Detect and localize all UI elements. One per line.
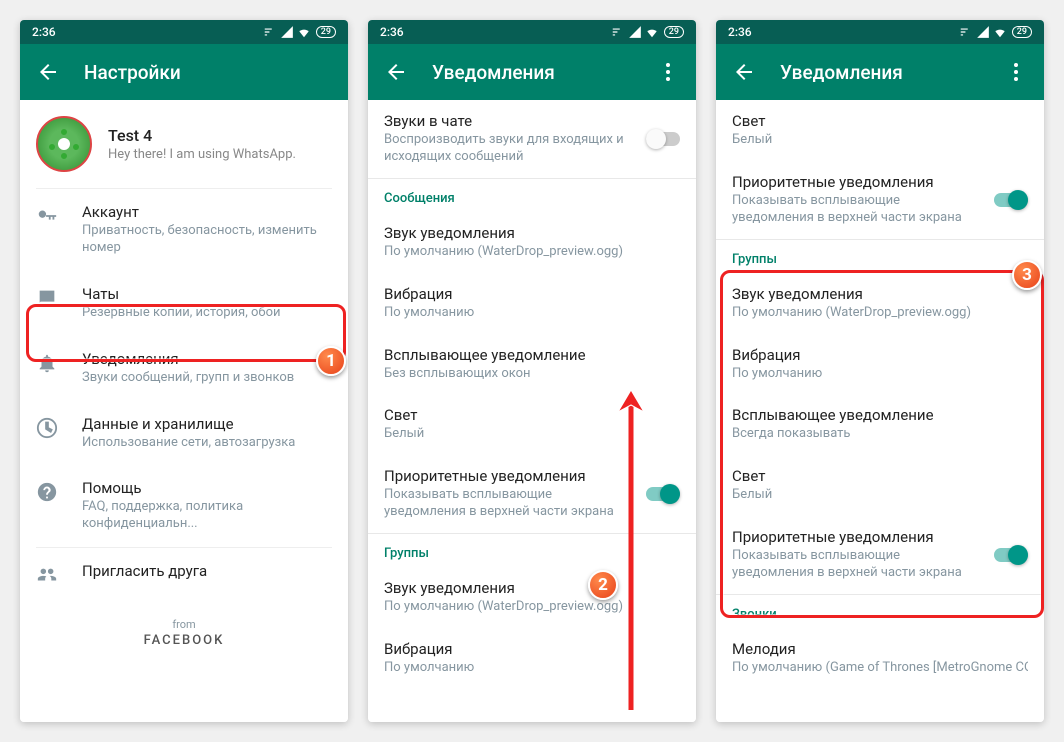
- bell-icon: [36, 352, 58, 374]
- setting-msg-popup[interactable]: Всплывающее уведомление Без всплывающих …: [368, 334, 696, 395]
- back-icon[interactable]: [732, 60, 756, 84]
- profile-status: Hey there! I am using WhatsApp.: [108, 147, 296, 162]
- menu-invite[interactable]: Пригласить друга: [20, 548, 348, 600]
- notifications-content-2: Свет Белый Приоритетные уведомления Пока…: [716, 100, 1044, 722]
- phone-screen-notifications-1: 2:36 29 Уведомления Звуки в чате Воспрои…: [368, 20, 696, 722]
- section-groups: Группы: [716, 240, 1044, 273]
- back-icon[interactable]: [36, 60, 60, 84]
- app-bar: Настройки: [20, 44, 348, 100]
- wifi-icon: [645, 25, 659, 39]
- wifi-icon: [993, 25, 1007, 39]
- status-bar: 2:36 29: [716, 20, 1044, 44]
- signal-icon: [628, 25, 642, 39]
- more-icon[interactable]: [1004, 60, 1028, 84]
- settings-content: Test 4 Hey there! I am using WhatsApp. А…: [20, 100, 348, 722]
- signal-icon: [976, 25, 990, 39]
- toggle-msg-priority[interactable]: [646, 484, 680, 504]
- from-facebook: from FACEBOOK: [20, 600, 348, 666]
- menu-data[interactable]: Данные и хранилищеИспользование сети, ав…: [20, 401, 348, 466]
- setting-call-ringtone[interactable]: Мелодия По умолчанию (Game of Thrones [M…: [716, 628, 1044, 689]
- status-icons: 29: [263, 25, 336, 39]
- chat-icon: [36, 287, 58, 309]
- avatar: [36, 116, 92, 172]
- app-bar: Уведомления: [368, 44, 696, 100]
- menu-help[interactable]: ПомощьFAQ, поддержка, политика конфиденц…: [20, 465, 348, 547]
- setting-grp-sound[interactable]: Звук уведомления По умолчанию (WaterDrop…: [716, 273, 1044, 334]
- app-bar: Уведомления: [716, 44, 1044, 100]
- profile-name: Test 4: [108, 126, 296, 145]
- setting-grp-vibration[interactable]: Вибрация По умолчанию: [368, 628, 696, 689]
- toggle-chat-sounds[interactable]: [646, 129, 680, 149]
- status-bar: 2:36 29: [368, 20, 696, 44]
- page-title: Настройки: [84, 61, 332, 84]
- back-icon[interactable]: [384, 60, 408, 84]
- status-icons: 29: [959, 25, 1032, 39]
- volte-icon: [959, 25, 973, 39]
- page-title: Уведомления: [780, 61, 1004, 84]
- setting-msg-vibration[interactable]: Вибрация По умолчанию: [368, 273, 696, 334]
- status-time: 2:36: [32, 25, 263, 39]
- status-bar: 2:36 29: [20, 20, 348, 44]
- status-time: 2:36: [380, 25, 611, 39]
- setting-msg-light[interactable]: Свет Белый: [716, 100, 1044, 161]
- setting-grp-vibration[interactable]: Вибрация По умолчанию: [716, 334, 1044, 395]
- section-messages: Сообщения: [368, 179, 696, 212]
- setting-msg-priority[interactable]: Приоритетные уведомления Показывать вспл…: [716, 161, 1044, 239]
- invite-icon: [36, 564, 58, 586]
- setting-grp-sound[interactable]: Звук уведомления По умолчанию (WaterDrop…: [368, 567, 696, 628]
- menu-account[interactable]: АккаунтПриватность, безопасность, измени…: [20, 189, 348, 271]
- more-icon[interactable]: [656, 60, 680, 84]
- status-time: 2:36: [728, 25, 959, 39]
- signal-icon: [280, 25, 294, 39]
- setting-msg-light[interactable]: Свет Белый: [368, 394, 696, 455]
- profile-row[interactable]: Test 4 Hey there! I am using WhatsApp.: [20, 100, 348, 188]
- phone-screen-notifications-2: 2:36 29 Уведомления Свет Белый Приоритет…: [716, 20, 1044, 722]
- battery-indicator: 29: [316, 26, 336, 38]
- setting-grp-popup[interactable]: Всплывающее уведомление Всегда показыват…: [716, 394, 1044, 455]
- menu-chats[interactable]: ЧатыРезервные копии, история, обои: [20, 271, 348, 336]
- section-calls: Звонки: [716, 595, 1044, 628]
- notifications-content: Звуки в чате Воспроизводить звуки для вх…: [368, 100, 696, 722]
- volte-icon: [611, 25, 625, 39]
- menu-notifications[interactable]: УведомленияЗвуки сообщений, групп и звон…: [20, 336, 348, 401]
- data-icon: [36, 417, 58, 439]
- section-groups: Группы: [368, 534, 696, 567]
- battery-indicator: 29: [1012, 26, 1032, 38]
- toggle-grp-priority[interactable]: [994, 545, 1028, 565]
- setting-msg-sound[interactable]: Звук уведомления По умолчанию (WaterDrop…: [368, 212, 696, 273]
- toggle-msg-priority[interactable]: [994, 190, 1028, 210]
- setting-chat-sounds[interactable]: Звуки в чате Воспроизводить звуки для вх…: [368, 100, 696, 178]
- volte-icon: [263, 25, 277, 39]
- wifi-icon: [297, 25, 311, 39]
- page-title: Уведомления: [432, 61, 656, 84]
- help-icon: [36, 481, 58, 503]
- status-icons: 29: [611, 25, 684, 39]
- setting-grp-light[interactable]: Свет Белый: [716, 455, 1044, 516]
- phone-screen-settings: 2:36 29 Настройки Test 4 Hey there! I am…: [20, 20, 348, 722]
- setting-grp-priority[interactable]: Приоритетные уведомления Показывать вспл…: [716, 516, 1044, 594]
- key-icon: [36, 205, 58, 227]
- setting-msg-priority[interactable]: Приоритетные уведомления Показывать вспл…: [368, 455, 696, 533]
- battery-indicator: 29: [664, 26, 684, 38]
